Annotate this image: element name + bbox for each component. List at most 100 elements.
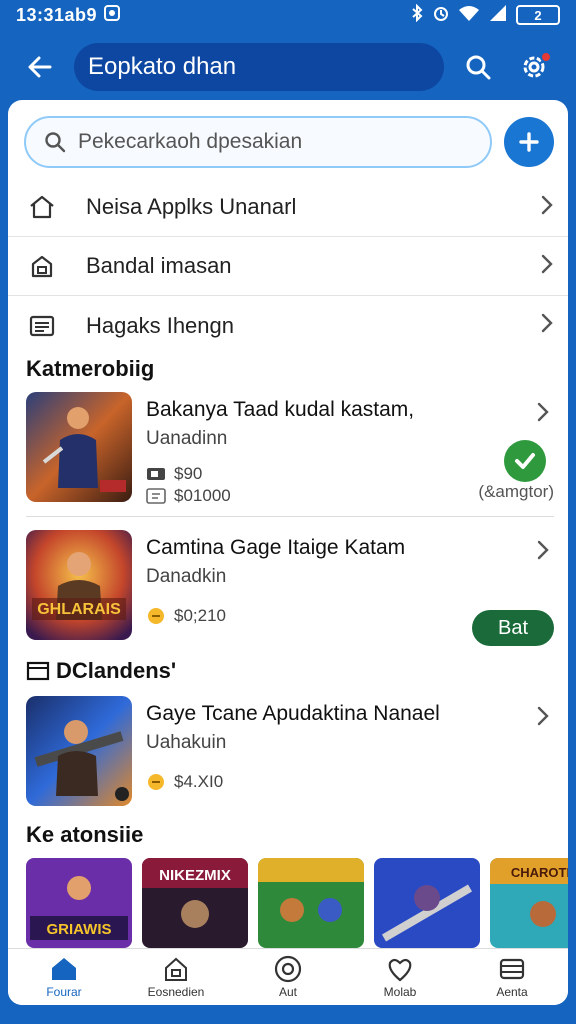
tile-art-text: CHAROTE — [511, 865, 568, 880]
battery-icon: 2 — [516, 5, 560, 25]
system-bar — [0, 1005, 576, 1024]
tile-art-text: GRIAWIS — [46, 921, 111, 938]
app-downloads: $01000 — [174, 486, 231, 505]
get-button[interactable]: Bat — [472, 610, 554, 646]
menu-list: Neisa Applks Unanarl Bandal imasan Hagak… — [8, 178, 568, 355]
section-title-featured: Katmerobiig — [26, 356, 155, 381]
app-thumbnail: GHLARAIS — [26, 530, 132, 640]
plus-icon — [519, 132, 539, 152]
home-icon — [26, 191, 58, 223]
nav-label: Fourar — [46, 985, 82, 999]
app-name: Bakanya Taad kudal kastam, — [146, 398, 415, 421]
download-icon — [146, 487, 166, 505]
nav-item-home[interactable]: Fourar — [8, 949, 120, 1005]
nav-item-menu[interactable]: Aenta — [456, 949, 568, 1005]
section-title-text: DClandens' — [56, 658, 177, 683]
notification-icon — [103, 4, 121, 27]
search-button[interactable] — [456, 45, 500, 89]
menu-item-label: Bandal imasan — [86, 253, 232, 278]
coin-icon — [146, 773, 166, 791]
search-input[interactable] — [78, 130, 458, 154]
home-icon — [49, 955, 79, 983]
app-developer: Danadkin — [146, 566, 227, 587]
bag-icon — [161, 955, 191, 983]
tile-art-text: NIKEZMIX — [159, 867, 231, 884]
section-title-downloads: DClandens' — [26, 658, 176, 684]
signal-icon — [488, 4, 508, 27]
chevron-right-icon — [540, 253, 554, 280]
app-price: $0;210 — [174, 606, 226, 625]
thumbnail-art-text: GHLARAIS — [37, 601, 121, 618]
list-icon — [26, 310, 58, 342]
nav-item-explore[interactable]: Aut — [232, 949, 344, 1005]
app-card[interactable]: Bakanya Taad kudal kastam, Uanadinn $90 … — [26, 392, 554, 505]
bluetooth-icon — [410, 3, 424, 27]
arrow-left-icon — [28, 56, 52, 78]
game-tile[interactable]: CHAROTE — [490, 858, 568, 948]
section-title-more: Ke atonsiie — [26, 822, 144, 847]
app-meta: $90 — [146, 464, 554, 484]
chevron-right-icon — [532, 536, 554, 564]
app-card[interactable]: Gaye Tcane Apudaktina Nanael Uahakuin $4… — [26, 696, 554, 806]
nav-label: Eosnedien — [147, 985, 205, 999]
nav-label: Aut — [278, 985, 297, 999]
game-tile[interactable]: NIKEZMIX — [142, 858, 248, 948]
game-tile[interactable]: GRIAWIS — [26, 858, 132, 948]
app-thumbnail — [26, 696, 132, 806]
app-developer: Uahakuin — [146, 732, 227, 753]
menu-item-label: Neisa Applks Unanarl — [86, 194, 297, 219]
menu-item-new-apps[interactable]: Neisa Applks Unanarl — [8, 178, 568, 237]
game-tile[interactable] — [258, 858, 364, 948]
folder-icon — [26, 660, 50, 682]
nav-label: Molab — [383, 985, 417, 999]
add-button[interactable] — [504, 117, 554, 167]
app-price: $90 — [174, 464, 203, 483]
app-thumbnail — [26, 392, 132, 502]
status-time: 13:31ab9 — [16, 4, 98, 25]
heart-icon — [385, 955, 415, 983]
app-info: Gaye Tcane Apudaktina Nanael Uahakuin $4… — [146, 696, 554, 806]
app-card[interactable]: GHLARAIS Camtina Gage Itaige Katam Danad… — [26, 530, 554, 646]
app-info: Bakanya Taad kudal kastam, Uanadinn $90 … — [146, 392, 554, 505]
battery-level: 2 — [534, 7, 542, 23]
search-field[interactable] — [24, 116, 493, 168]
menu-item-bundle[interactable]: Bandal imasan — [8, 237, 568, 296]
app-developer: Uanadinn — [146, 428, 228, 449]
app-info: Camtina Gage Itaige Katam Danadkin $0;21… — [146, 530, 554, 646]
chevron-right-icon — [532, 702, 554, 730]
installed-badge — [504, 440, 546, 482]
bag-icon — [26, 250, 58, 282]
search-icon — [466, 55, 491, 80]
wifi-icon — [458, 4, 480, 27]
nav-item-store[interactable]: Eosnedien — [120, 949, 232, 1005]
target-icon — [273, 955, 303, 983]
notification-dot — [540, 51, 552, 63]
tile-carousel: GRIAWIS NIKEZMIX CHAROTE — [26, 858, 568, 948]
app-name: Gaye Tcane Apudaktina Nanael — [146, 702, 440, 725]
bottom-navigation: Fourar Eosnedien Aut Molab Aenta — [8, 948, 568, 1005]
menu-icon — [497, 955, 527, 983]
check-icon — [515, 453, 535, 469]
app-meta: $4.XI0 — [146, 772, 554, 792]
search-row — [24, 116, 554, 168]
nav-item-favorites[interactable]: Molab — [344, 949, 456, 1005]
divider — [26, 516, 554, 517]
alarm-icon — [432, 4, 450, 27]
search-icon — [45, 132, 66, 153]
app-name: Camtina Gage Itaige Katam — [146, 536, 406, 559]
tag-icon — [146, 465, 166, 483]
status-bar: 13:31ab9 2 — [0, 0, 576, 30]
menu-item-label: Hagaks Ihengn — [86, 312, 234, 338]
menu-item-history[interactable]: Hagaks Ihengn — [8, 296, 568, 355]
settings-button[interactable] — [512, 45, 556, 89]
page-title: Eopkato dhan — [74, 43, 444, 91]
chevron-right-icon — [540, 194, 554, 221]
app-bar: Eopkato dhan — [0, 30, 576, 104]
game-tile[interactable] — [374, 858, 480, 948]
chevron-right-icon — [532, 398, 554, 426]
chevron-right-icon — [540, 312, 554, 339]
back-button[interactable] — [18, 45, 62, 89]
app-price: $4.XI0 — [174, 772, 224, 791]
coin-icon — [146, 607, 166, 625]
app-status-note: (&amgtor) — [478, 482, 554, 501]
